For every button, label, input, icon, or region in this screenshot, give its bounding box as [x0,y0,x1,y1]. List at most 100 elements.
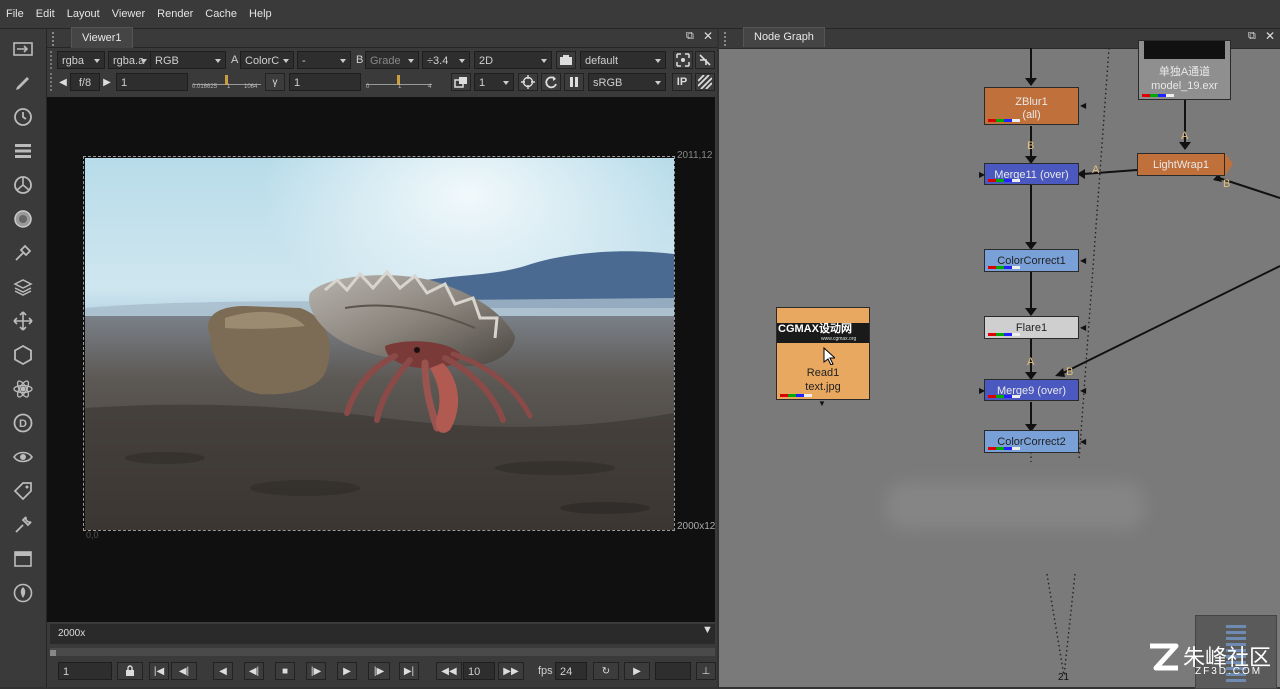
go-end-icon[interactable]: ▶| [399,662,419,680]
channels-dropdown[interactable]: rgba [57,51,105,69]
panel-grip[interactable] [52,32,62,46]
fps-field[interactable]: 24 [555,662,587,680]
menu-edit[interactable]: Edit [30,0,61,28]
step-back-icon[interactable]: ◀◀ [436,662,462,680]
merge-tool-icon[interactable] [11,275,35,299]
crosshair-icon[interactable] [518,73,538,91]
node-merge11[interactable]: Merge11 (over) [984,163,1079,185]
furnace-tool-icon[interactable] [11,581,35,605]
node-zblur1[interactable]: ZBlur1 (all) [984,87,1079,125]
transform-tool-icon[interactable] [11,309,35,333]
tab-node-graph[interactable]: Node Graph [743,27,825,47]
node-colorcorrect1[interactable]: ColorCorrect1 [984,249,1079,272]
draw-tool-icon[interactable] [11,71,35,95]
node-colorcorrect2[interactable]: ColorCorrect2 [984,430,1079,453]
frame-step-field[interactable]: 10 [463,662,495,680]
node-lightwrap1-tip [1225,153,1233,176]
prev-frame-icon[interactable]: ◀ [213,662,233,680]
timeline-scrubber[interactable] [50,648,715,656]
wipe-mode-dropdown[interactable]: - [297,51,351,69]
particles-tool-icon[interactable] [11,377,35,401]
ng-panel-grip[interactable] [724,32,734,46]
edge-label-b-merge9: B [1066,366,1074,378]
lock-icon[interactable] [117,662,143,680]
range-field[interactable] [655,662,691,680]
current-frame-field[interactable]: 1 [58,662,112,680]
next-frame-icon[interactable]: ▶ [337,662,357,680]
toolsets-tool-icon[interactable] [11,547,35,571]
gain-field[interactable]: 1 [116,73,188,91]
menu-cache[interactable]: Cache [199,0,243,28]
lut-dropdown[interactable]: default [580,51,666,69]
play-forward-icon[interactable]: |▶ [306,662,326,680]
bottom-node-label: 21 [1058,672,1070,683]
loop-icon[interactable]: ↻ [593,662,619,680]
menu-layout[interactable]: Layout [61,0,106,28]
other-tool-icon[interactable] [11,513,35,537]
downscale-dropdown[interactable]: ÷3.4 [422,51,470,69]
filter-tool-icon[interactable] [11,207,35,231]
node-merge9-mask-arrow: ◀ [1080,386,1087,395]
gamma-field[interactable]: 1 [289,73,361,91]
go-start-icon[interactable]: |◀ [149,662,169,680]
metadata-tool-icon[interactable] [11,479,35,503]
node-lightwrap1[interactable]: LightWrap1 [1137,153,1225,176]
fstop-up-icon[interactable]: ▶ [101,73,113,91]
node-channel-strip [780,394,820,397]
node-merge9[interactable]: Merge9 (over) [984,379,1079,401]
gamma-slider-max: 4 [428,84,432,90]
time-tool-icon[interactable] [11,105,35,129]
color-tool-icon[interactable] [11,173,35,197]
step-forward-icon[interactable]: ▶▶ [498,662,524,680]
menu-viewer[interactable]: Viewer [106,0,151,28]
float-panel-icon[interactable]: ⧉ [686,30,694,43]
next-keyframe-icon[interactable]: |▶ [368,662,390,680]
node-zblur1-title: ZBlur1 [1015,96,1048,108]
proxy-dropdown[interactable]: 1 [474,73,514,91]
views-tool-icon[interactable] [11,445,35,469]
tab-viewer1[interactable]: Viewer1 [71,27,133,48]
a-input-dropdown[interactable]: ColorC [240,51,294,69]
gamma-slider-min: 0 [366,84,370,90]
3d-tool-icon[interactable] [11,343,35,367]
gamma-label[interactable]: γ [265,73,285,91]
deep-tool-icon[interactable]: D [11,411,35,435]
b-input-dropdown[interactable]: Grade [365,51,419,69]
fstop-down-icon[interactable]: ◀ [57,73,69,91]
node-read-model19[interactable]: 单独A通道 model_19.exr [1138,40,1231,100]
input-process-icon[interactable] [695,51,715,69]
stop-icon[interactable]: ■ [275,662,295,680]
colorspace-dropdown[interactable]: sRGB [588,73,666,91]
play-backward-icon[interactable]: ◀| [244,662,264,680]
node-read1-file: text.jpg [805,381,841,393]
roi-icon[interactable] [673,51,693,69]
edge-label-b-zblur: B [1027,140,1035,152]
node-read-model19-thumb [1144,41,1225,59]
menu-render[interactable]: Render [151,0,199,28]
refresh-icon[interactable] [541,73,561,91]
prev-keyframe-icon[interactable]: ◀| [171,662,197,680]
info-bar-expand-icon[interactable]: ▼ [702,624,713,636]
keyer-tool-icon[interactable] [11,241,35,265]
menu-file[interactable]: File [0,0,30,28]
pause-icon[interactable] [564,73,584,91]
ng-close-icon[interactable]: ✕ [1265,29,1275,43]
menu-help[interactable]: Help [243,0,278,28]
fstop-field[interactable]: f/8 [70,73,100,91]
node-merge11-title: Merge11 (over) [994,169,1069,181]
input-process-button[interactable]: IP [672,73,692,91]
proxy-icon[interactable] [451,73,471,91]
channel-tool-icon[interactable] [11,139,35,163]
image-tool-icon[interactable] [11,37,35,61]
camera-icon[interactable] [556,51,576,69]
close-panel-icon[interactable]: ✕ [703,29,713,43]
view-mode-dropdown[interactable]: 2D [474,51,552,69]
stripes-icon[interactable] [695,73,715,91]
ng-float-icon[interactable]: ⧉ [1248,30,1256,43]
channel-alpha-dropdown[interactable]: rgba.a [108,51,152,69]
flipbook-icon[interactable]: ▶ [624,662,650,680]
node-flare1[interactable]: Flare1 [984,316,1079,339]
node-cc1-mask-arrow: ◀ [1080,256,1087,265]
display-style-dropdown[interactable]: RGB [150,51,226,69]
range-icon[interactable]: ⊥ [696,662,716,680]
